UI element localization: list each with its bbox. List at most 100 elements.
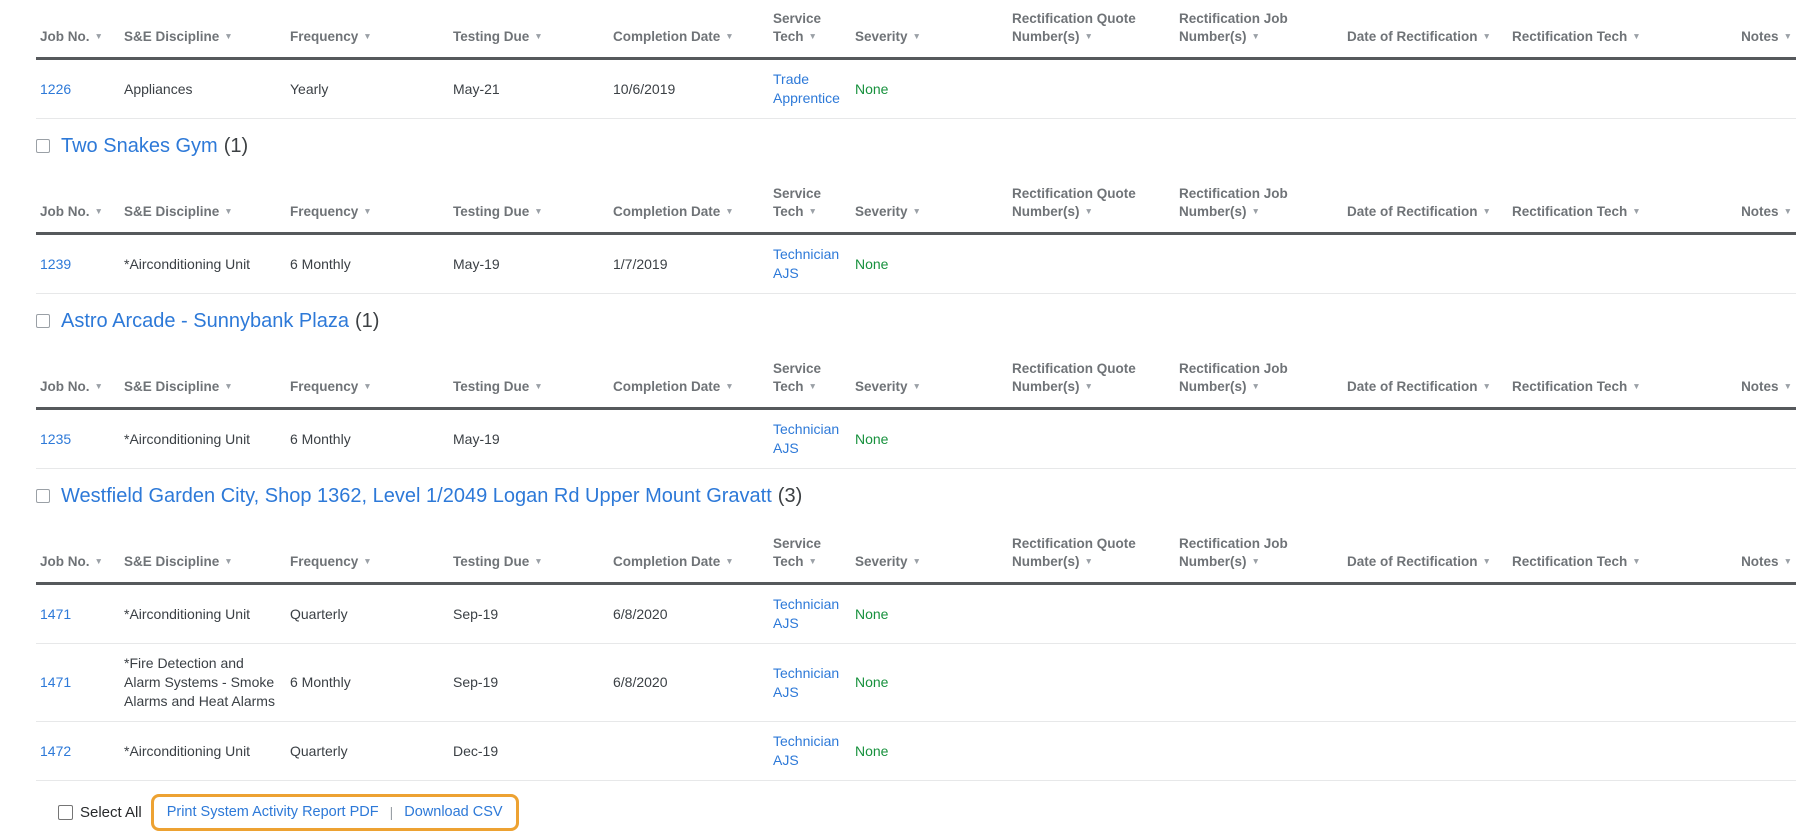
column-header-rect_date[interactable]: Date of Rectification▼ <box>1343 159 1508 234</box>
column-header-severity[interactable]: Severity▼ <box>851 159 1008 234</box>
column-header-notes[interactable]: Notes▼ <box>1696 334 1796 409</box>
cell-value: *Airconditioning Unit <box>124 743 250 759</box>
service-tech-link[interactable]: Technician AJS <box>773 665 839 700</box>
select-all-checkbox[interactable] <box>58 805 73 820</box>
column-header-label: Testing Due <box>453 554 529 569</box>
service-tech-link[interactable]: Technician AJS <box>773 246 839 281</box>
cell-rect_job <box>1175 722 1343 781</box>
column-header-label: Rectification Tech <box>1512 554 1627 569</box>
column-header-frequency[interactable]: Frequency▼ <box>286 509 449 584</box>
site-group-heading: Westfield Garden City, Shop 1362, Level … <box>36 483 1809 509</box>
column-header-label: S&E Discipline <box>124 204 219 219</box>
cell-frequency: Yearly <box>286 59 449 119</box>
column-header-rect_job[interactable]: Rectification Job Number(s)▼ <box>1175 159 1343 234</box>
column-header-frequency[interactable]: Frequency▼ <box>286 159 449 234</box>
column-header-rect_date[interactable]: Date of Rectification▼ <box>1343 509 1508 584</box>
site-group-link[interactable]: Two Snakes Gym <box>61 135 218 158</box>
jobs-table: Job No.▼S&E Discipline▼Frequency▼Testing… <box>36 0 1796 119</box>
service-tech-link[interactable]: Trade Apprentice <box>773 71 840 106</box>
column-header-discipline[interactable]: S&E Discipline▼ <box>120 509 286 584</box>
column-header-completion_date[interactable]: Completion Date▼ <box>609 0 769 59</box>
cell-value: Sep-19 <box>453 674 498 690</box>
job-number-link[interactable]: 1471 <box>40 606 71 622</box>
sort-arrow-icon: ▼ <box>1784 27 1792 45</box>
cell-completion_date: 6/8/2020 <box>609 584 769 644</box>
column-header-service_tech[interactable]: Service Tech▼ <box>769 334 851 409</box>
column-header-rect_date[interactable]: Date of Rectification▼ <box>1343 0 1508 59</box>
column-header-rect_job[interactable]: Rectification Job Number(s)▼ <box>1175 509 1343 584</box>
cell-value: 1/7/2019 <box>613 256 668 272</box>
column-header-completion_date[interactable]: Completion Date▼ <box>609 509 769 584</box>
sort-arrow-icon: ▼ <box>913 552 921 570</box>
job-number-link[interactable]: 1226 <box>40 81 71 97</box>
column-header-rect_quote[interactable]: Rectification Quote Number(s)▼ <box>1008 509 1175 584</box>
column-header-service_tech[interactable]: Service Tech▼ <box>769 159 851 234</box>
sort-arrow-icon: ▼ <box>725 202 733 220</box>
column-header-rect_job[interactable]: Rectification Job Number(s)▼ <box>1175 0 1343 59</box>
jobs-table: Job No.▼S&E Discipline▼Frequency▼Testing… <box>36 334 1796 469</box>
column-header-label: Rectification Job Number(s) <box>1179 361 1288 394</box>
column-header-rect_quote[interactable]: Rectification Quote Number(s)▼ <box>1008 334 1175 409</box>
service-tech-link[interactable]: Technician AJS <box>773 733 839 768</box>
cell-testing_due: May-19 <box>449 409 609 469</box>
column-header-notes[interactable]: Notes▼ <box>1696 0 1796 59</box>
job-number-link[interactable]: 1239 <box>40 256 71 272</box>
cell-value: *Airconditioning Unit <box>124 606 250 622</box>
site-group-checkbox[interactable] <box>36 489 50 503</box>
column-header-discipline[interactable]: S&E Discipline▼ <box>120 334 286 409</box>
sort-arrow-icon: ▼ <box>1483 202 1491 220</box>
column-header-rect_date[interactable]: Date of Rectification▼ <box>1343 334 1508 409</box>
cell-rect_job <box>1175 409 1343 469</box>
column-header-frequency[interactable]: Frequency▼ <box>286 334 449 409</box>
cell-rect_date <box>1343 722 1508 781</box>
column-header-rect_tech[interactable]: Rectification Tech▼ <box>1508 159 1696 234</box>
column-header-job_no[interactable]: Job No.▼ <box>36 0 120 59</box>
cell-notes <box>1696 722 1796 781</box>
site-group-link[interactable]: Westfield Garden City, Shop 1362, Level … <box>61 485 772 508</box>
print-system-activity-report-pdf-link[interactable]: Print System Activity Report PDF <box>167 804 379 820</box>
column-header-label: Frequency <box>290 204 358 219</box>
column-header-testing_due[interactable]: Testing Due▼ <box>449 509 609 584</box>
column-header-discipline[interactable]: S&E Discipline▼ <box>120 0 286 59</box>
column-header-rect_quote[interactable]: Rectification Quote Number(s)▼ <box>1008 159 1175 234</box>
column-header-frequency[interactable]: Frequency▼ <box>286 0 449 59</box>
cell-rect_quote <box>1008 409 1175 469</box>
column-header-job_no[interactable]: Job No.▼ <box>36 334 120 409</box>
column-header-testing_due[interactable]: Testing Due▼ <box>449 334 609 409</box>
column-header-discipline[interactable]: S&E Discipline▼ <box>120 159 286 234</box>
site-group-checkbox[interactable] <box>36 314 50 328</box>
service-tech-link[interactable]: Technician AJS <box>773 596 839 631</box>
column-header-service_tech[interactable]: Service Tech▼ <box>769 509 851 584</box>
column-header-label: Notes <box>1741 204 1779 219</box>
column-header-severity[interactable]: Severity▼ <box>851 0 1008 59</box>
sort-arrow-icon: ▼ <box>1483 377 1491 395</box>
column-header-notes[interactable]: Notes▼ <box>1696 159 1796 234</box>
column-header-completion_date[interactable]: Completion Date▼ <box>609 334 769 409</box>
column-header-label: Job No. <box>40 554 90 569</box>
column-header-testing_due[interactable]: Testing Due▼ <box>449 0 609 59</box>
column-header-severity[interactable]: Severity▼ <box>851 509 1008 584</box>
site-group-link[interactable]: Astro Arcade - Sunnybank Plaza <box>61 310 349 333</box>
column-header-testing_due[interactable]: Testing Due▼ <box>449 159 609 234</box>
column-header-service_tech[interactable]: Service Tech▼ <box>769 0 851 59</box>
column-header-job_no[interactable]: Job No.▼ <box>36 159 120 234</box>
column-header-notes[interactable]: Notes▼ <box>1696 509 1796 584</box>
column-header-rect_job[interactable]: Rectification Job Number(s)▼ <box>1175 334 1343 409</box>
column-header-rect_tech[interactable]: Rectification Tech▼ <box>1508 0 1696 59</box>
job-number-link[interactable]: 1235 <box>40 431 71 447</box>
column-header-rect_tech[interactable]: Rectification Tech▼ <box>1508 509 1696 584</box>
sort-arrow-icon: ▼ <box>913 202 921 220</box>
service-tech-link[interactable]: Technician AJS <box>773 421 839 456</box>
cell-severity: None <box>851 644 1008 722</box>
job-number-link[interactable]: 1472 <box>40 743 71 759</box>
column-header-job_no[interactable]: Job No.▼ <box>36 509 120 584</box>
job-number-link[interactable]: 1471 <box>40 674 71 690</box>
site-group-checkbox[interactable] <box>36 139 50 153</box>
column-header-completion_date[interactable]: Completion Date▼ <box>609 159 769 234</box>
column-header-rect_quote[interactable]: Rectification Quote Number(s)▼ <box>1008 0 1175 59</box>
download-csv-link[interactable]: Download CSV <box>404 804 502 820</box>
column-header-rect_tech[interactable]: Rectification Tech▼ <box>1508 334 1696 409</box>
column-header-severity[interactable]: Severity▼ <box>851 334 1008 409</box>
sort-arrow-icon: ▼ <box>1784 552 1792 570</box>
cell-rect_tech <box>1508 59 1696 119</box>
